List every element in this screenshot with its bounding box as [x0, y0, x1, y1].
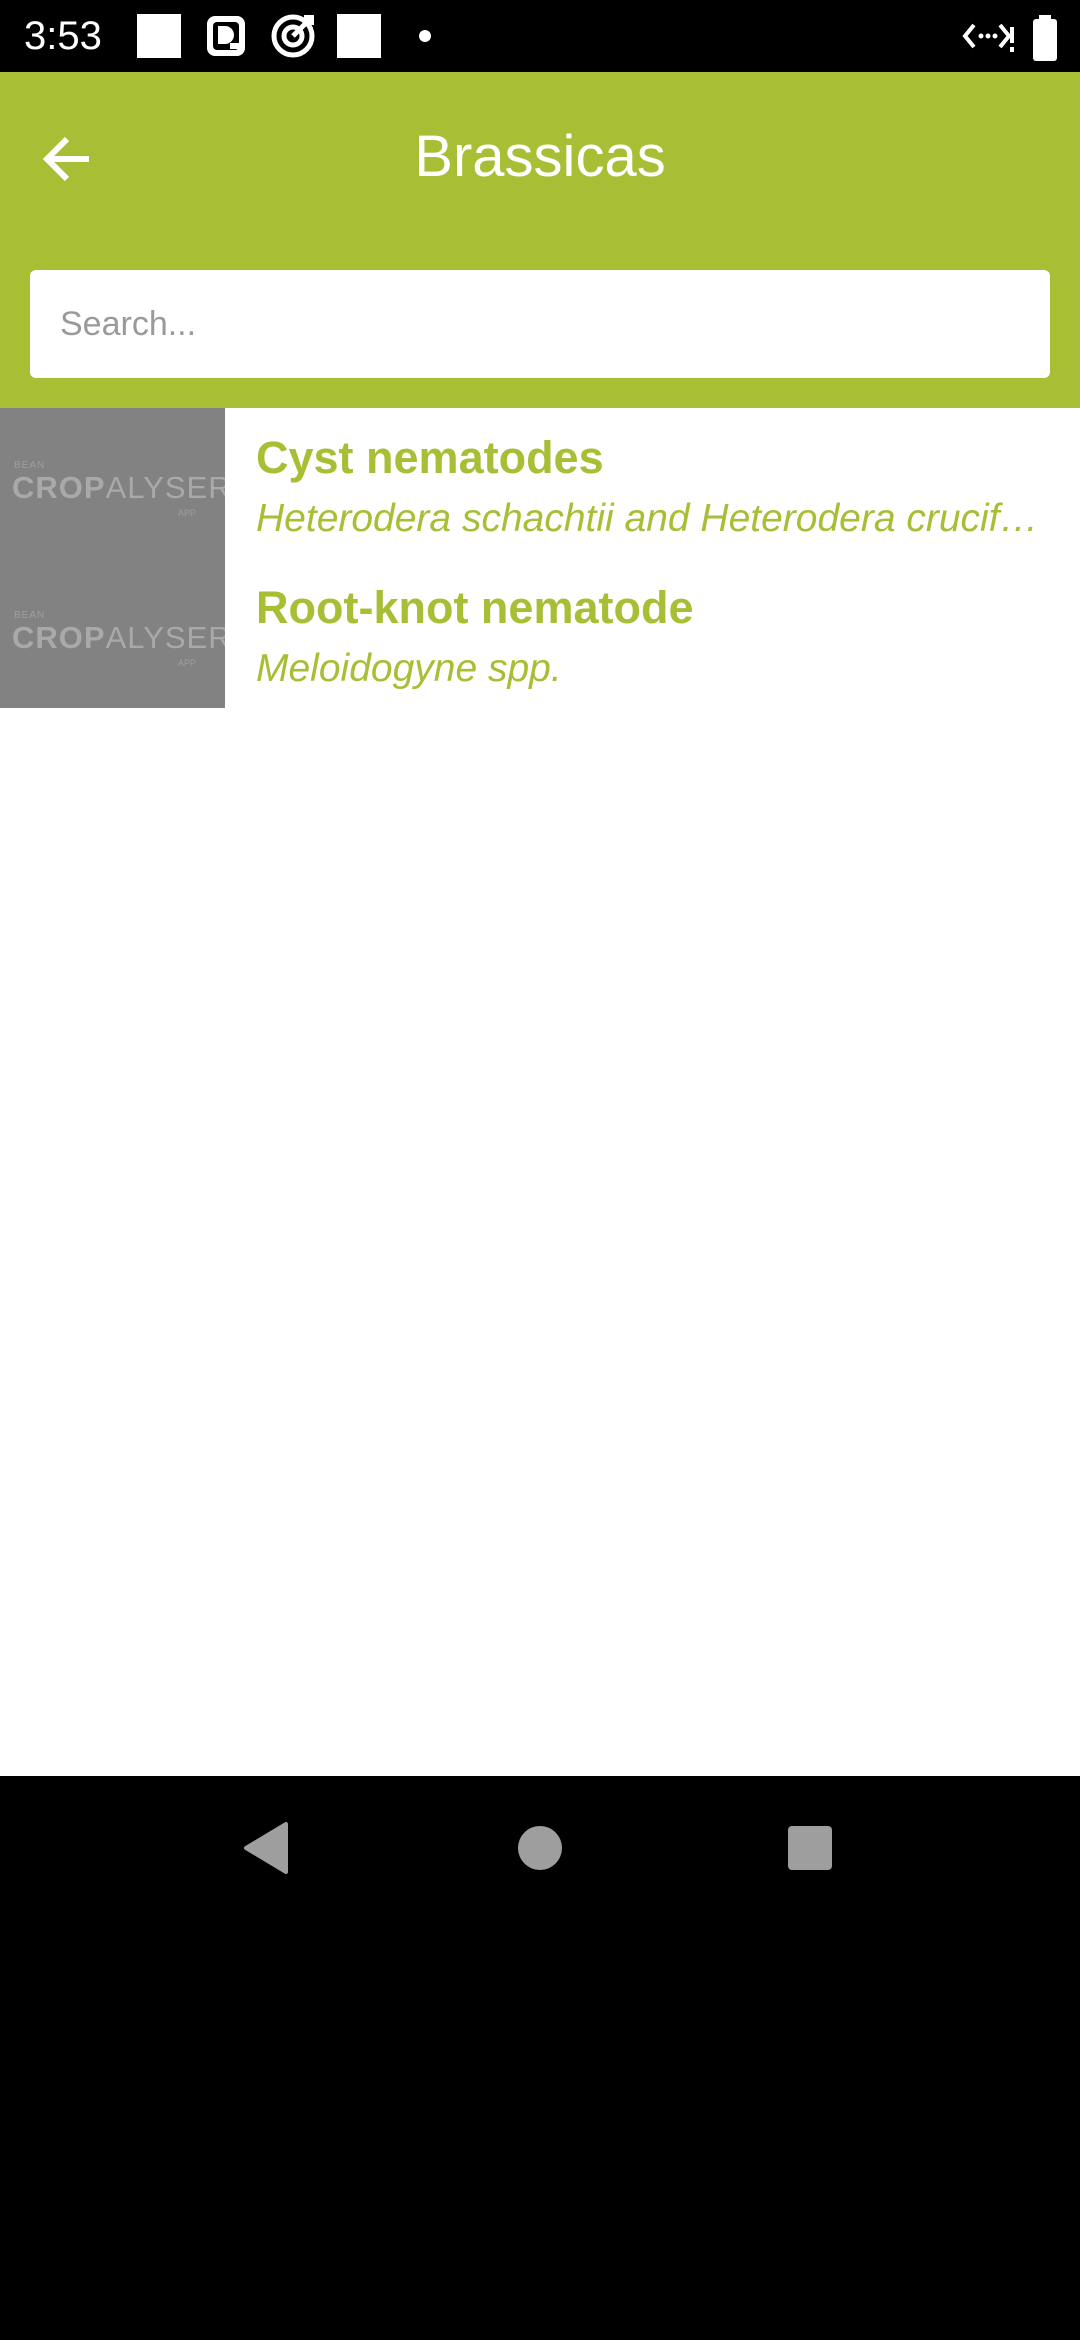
nav-home-button[interactable]	[504, 1812, 576, 1884]
thumbnail-logo-light: ALYSER	[105, 470, 225, 505]
d-news-app-icon	[207, 16, 245, 56]
thumbnail-logo-light: ALYSER	[105, 620, 225, 655]
white-square-notification-icon	[337, 14, 381, 58]
item-title: Root-knot nematode	[256, 582, 694, 633]
target-app-icon	[271, 14, 315, 58]
recents-square-icon	[788, 1826, 832, 1870]
thumbnail-suffix: APP	[178, 658, 197, 668]
item-subtitle: Heterodera schachtii and Heterodera cruc…	[256, 497, 1056, 540]
white-square-notification-icon	[137, 14, 181, 58]
below-navigation-area	[0, 1920, 1080, 2340]
status-bar: 3:53	[0, 0, 1080, 72]
system-navigation-bar	[0, 1776, 1080, 1920]
search-input[interactable]	[30, 270, 1050, 378]
item-title: Cyst nematodes	[256, 432, 604, 483]
thumbnail-logo-bold: CROP	[12, 620, 106, 655]
nav-recents-button[interactable]	[774, 1812, 846, 1884]
wifi-data-icon	[962, 23, 1014, 52]
thumbnail-logo: CROPALYSER	[12, 620, 225, 656]
nav-back-button[interactable]	[230, 1812, 302, 1884]
thumbnail-image: BEAN CROPALYSER APP	[0, 408, 225, 558]
list-item[interactable]: BEAN CROPALYSER APP Root-knot nematode M…	[0, 558, 1080, 708]
dot-indicator-icon	[419, 30, 431, 42]
status-time: 3:53	[24, 14, 102, 58]
thumbnail-image: BEAN CROPALYSER APP	[0, 558, 225, 708]
battery-icon	[1033, 15, 1057, 61]
item-subtitle: Meloidogyne spp.	[256, 647, 562, 690]
thumbnail-logo-bold: CROP	[12, 470, 106, 505]
thumbnail-logo: CROPALYSER	[12, 470, 225, 506]
home-circle-icon	[518, 1826, 562, 1870]
app-screen: 3:53 Brassicas Search... BEAN CROPALYSER…	[0, 0, 1080, 2340]
thumbnail-suffix: APP	[178, 508, 197, 518]
page-title: Brassicas	[414, 124, 666, 189]
back-triangle-icon	[244, 1822, 288, 1874]
app-bar: Brassicas	[0, 72, 1080, 408]
content-area: BEAN CROPALYSER APP Cyst nematodes Heter…	[0, 408, 1080, 1776]
list-item[interactable]: BEAN CROPALYSER APP Cyst nematodes Heter…	[0, 408, 1080, 558]
